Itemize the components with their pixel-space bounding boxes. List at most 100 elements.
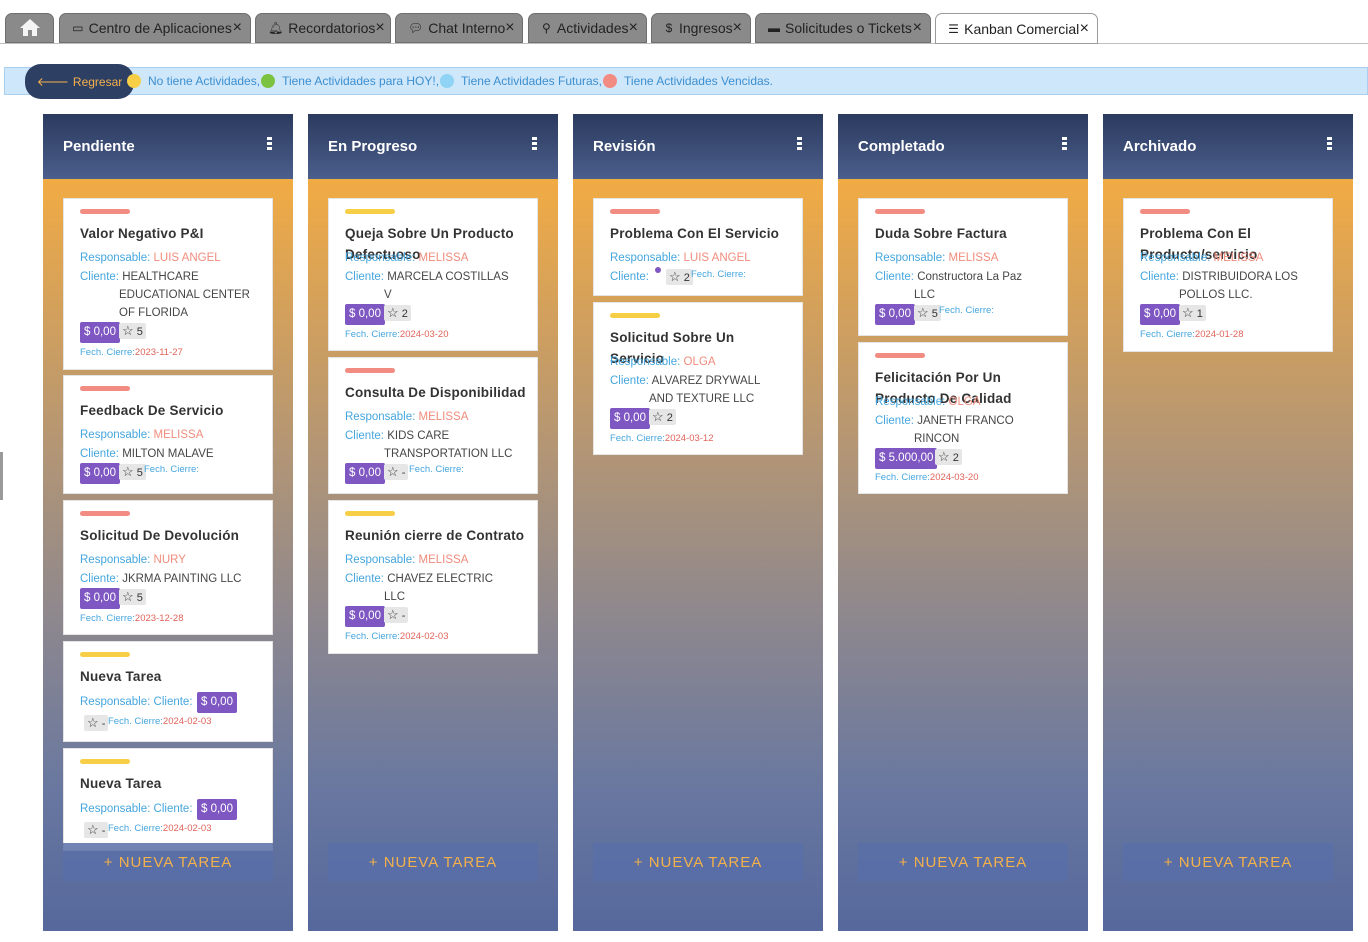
rating-value: -	[401, 467, 406, 479]
close-icon[interactable]: ×	[1079, 20, 1089, 38]
client-value-cont: V	[384, 289, 392, 301]
tab-chat-interno[interactable]: 💬︎ Chat Interno ×	[395, 13, 523, 43]
kanban-card[interactable]: Solicitud De Devolución Responsable: NUR…	[63, 500, 273, 635]
client-value-cont: POLLOS LLC.	[1179, 289, 1253, 301]
price-badge: $ 0,00	[875, 304, 915, 325]
responsable-label: Responsable:	[80, 803, 151, 815]
yellow-dot-icon	[127, 74, 141, 88]
kebab-menu-icon[interactable]	[267, 137, 273, 151]
client-row: Cliente: KIDS CARE	[345, 427, 449, 445]
kanban-card[interactable]: Nueva Tarea Responsable: Cliente: $ 0,00…	[63, 748, 273, 851]
card-title: Solicitud De Devolución	[80, 528, 240, 543]
star-icon: ☆	[387, 464, 399, 479]
legend-overdue: Tiene Actividades Vencidas.	[624, 74, 773, 88]
kanban-card[interactable]: Consulta De Disponibilidad Responsable: …	[328, 357, 538, 494]
rating-badge: ☆ -	[384, 464, 409, 480]
responsable-value: MELISSA	[1213, 252, 1264, 264]
tab-home[interactable]	[5, 13, 54, 43]
close-icon[interactable]: ×	[375, 19, 384, 37]
card-title: Feedback De Servicio	[80, 403, 224, 418]
star-icon: ☆	[669, 269, 681, 284]
tab-centro-aplicaciones[interactable]: ▭ Centro de Aplicaciones ×	[59, 13, 251, 43]
client-label: Cliente:	[345, 271, 384, 283]
tab-actividades[interactable]: ⚲ Actividades ×	[528, 13, 647, 43]
responsable-row: Responsable: MELISSA	[80, 429, 203, 441]
close-icon[interactable]: ×	[733, 19, 742, 37]
responsable-row: Responsable: Cliente:	[80, 696, 193, 708]
left-edge-marker	[0, 452, 3, 500]
kebab-menu-icon[interactable]	[1327, 137, 1333, 151]
close-date-label: Fech. Cierre:	[108, 823, 163, 834]
tab-kanban-comercial[interactable]: ☰ Kanban Comercial ×	[935, 13, 1098, 44]
close-icon[interactable]: ×	[628, 19, 638, 37]
kanban-card[interactable]: Felicitación Por Un Producto De Calidad …	[858, 342, 1068, 494]
back-button[interactable]: 🡐 Regresar	[25, 64, 134, 99]
responsable-value: NURY	[153, 554, 186, 566]
kanban-card[interactable]: Feedback De Servicio Responsable: MELISS…	[63, 375, 273, 494]
kebab-menu-icon[interactable]	[797, 137, 803, 151]
close-date-label: Fech. Cierre:	[144, 464, 199, 475]
client-label: Cliente:	[80, 573, 119, 585]
tab-label: Kanban Comercial	[964, 20, 1080, 37]
kebab-menu-icon[interactable]	[1062, 137, 1068, 151]
kanban-card[interactable]: Reunión cierre de Contrato Responsable: …	[328, 500, 538, 654]
responsable-label: Responsable:	[345, 554, 416, 566]
legend-no-activities: No tiene Actividades,	[148, 74, 261, 88]
close-icon[interactable]: ×	[912, 19, 922, 37]
responsable-label: Responsable:	[80, 554, 151, 566]
close-date-row: Fech. Cierre:	[691, 269, 746, 280]
new-task-button[interactable]: + NUEVA TAREA	[63, 843, 273, 881]
client-row: Cliente: HEALTHCARE	[80, 268, 199, 286]
responsable-row: Responsable: MELISSA	[345, 411, 468, 423]
responsable-row: Responsable: OLGA	[610, 356, 716, 368]
star-icon: ☆	[122, 464, 134, 479]
kanban-card[interactable]: Problema Con El Servicio Responsable: LU…	[593, 198, 803, 296]
client-value: JKRMA PAINTING LLC	[122, 573, 242, 585]
new-task-button[interactable]: + NUEVA TAREA	[1123, 843, 1333, 881]
star-icon: ☆	[652, 409, 664, 424]
kanban-card[interactable]: Valor Negativo P&I Responsable: LUIS ANG…	[63, 198, 273, 370]
price-badge: $ 0,00	[1140, 304, 1180, 325]
new-task-button[interactable]: + NUEVA TAREA	[328, 843, 538, 881]
new-task-button[interactable]: + NUEVA TAREA	[593, 843, 803, 881]
price-badge: $ 0,00	[80, 322, 120, 343]
legend-today: Tiene Actividades para HOY!,	[282, 74, 440, 88]
client-label: Cliente:	[875, 271, 914, 283]
client-label: Cliente:	[610, 271, 649, 283]
tab-solicitudes-tickets[interactable]: ▬ Solicitudes o Tickets ×	[755, 13, 931, 43]
responsable-value: MELISSA	[418, 252, 469, 264]
tab-label: Centro de Aplicaciones	[88, 20, 232, 36]
kanban-card[interactable]: Problema Con El Producto/servicio Respon…	[1123, 198, 1333, 352]
close-icon[interactable]: ×	[232, 19, 242, 37]
price-badge: $ 0,00	[197, 799, 237, 820]
close-date-label: Fech. Cierre:	[345, 329, 400, 340]
rating-badge: ☆ 2	[649, 409, 676, 425]
tab-recordatorios[interactable]: 🔔︎ Recordatorios ×	[255, 13, 391, 43]
client-value: ALVAREZ DRYWALL	[651, 375, 761, 387]
kanban-card[interactable]: Duda Sobre Factura Responsable: MELISSA …	[858, 198, 1068, 336]
rating-value: 5	[931, 308, 938, 320]
new-task-button[interactable]: + NUEVA TAREA	[858, 843, 1068, 881]
close-date-label: Fech. Cierre:	[875, 472, 930, 483]
close-date-value: 2024-03-12	[664, 433, 714, 444]
kanban-card[interactable]: Nueva Tarea Responsable: Cliente: $ 0,00…	[63, 641, 273, 742]
rating-value: 5	[136, 592, 143, 604]
rating-badge: ☆ 5	[119, 589, 146, 605]
card-title: Nueva Tarea	[80, 776, 162, 791]
client-label: Cliente:	[80, 448, 119, 460]
star-icon: ☆	[87, 715, 99, 730]
client-row: Cliente: Constructora La Paz	[875, 268, 1022, 286]
responsable-value: MELISSA	[153, 429, 204, 441]
kebab-menu-icon[interactable]	[532, 137, 538, 151]
list-icon: ☰	[948, 21, 959, 36]
column-title: Archivado	[1123, 138, 1197, 155]
price-badge: $ 0,00	[345, 463, 385, 484]
kanban-card[interactable]: Solicitud Sobre Un Servicio Responsable:…	[593, 302, 803, 455]
tab-ingresos[interactable]: $ Ingresos ×	[651, 13, 751, 43]
kanban-card[interactable]: Queja Sobre Un Producto Defectuoso Respo…	[328, 198, 538, 351]
close-date-row: Fech. Cierre:2024-01-28	[1140, 329, 1244, 340]
priority-bar	[345, 368, 395, 373]
close-icon[interactable]: ×	[505, 19, 514, 37]
priority-bar	[80, 209, 130, 214]
responsable-value: MELISSA	[418, 554, 469, 566]
